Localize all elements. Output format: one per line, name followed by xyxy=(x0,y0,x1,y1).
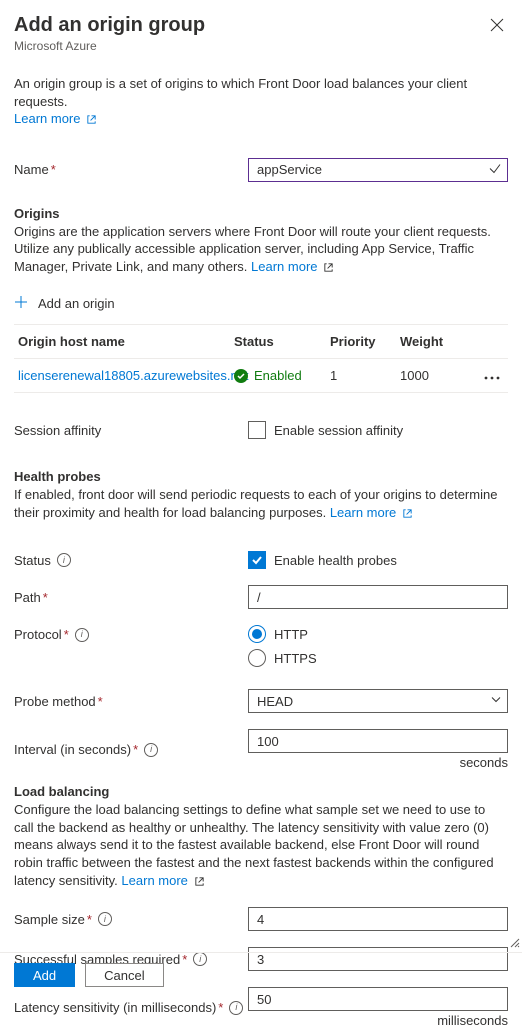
origin-host-link[interactable]: licenserenewal18805.azurewebsites.net xyxy=(18,368,249,383)
lb-learn-more-link[interactable]: Learn more xyxy=(121,873,204,888)
panel-subtitle: Microsoft Azure xyxy=(14,39,205,53)
col-weight: Weight xyxy=(400,334,468,349)
lb-section-title: Load balancing xyxy=(14,784,508,799)
external-link-icon xyxy=(323,260,334,278)
resize-handle-icon[interactable] xyxy=(510,936,520,951)
required-indicator: * xyxy=(43,590,48,605)
add-origin-button[interactable]: Add an origin xyxy=(14,295,508,312)
sample-size-input[interactable] xyxy=(248,907,508,931)
check-circle-icon xyxy=(234,369,248,383)
external-link-icon xyxy=(86,112,97,130)
intro-learn-more-link[interactable]: Learn more xyxy=(14,111,97,126)
col-priority: Priority xyxy=(330,334,400,349)
health-learn-more-link[interactable]: Learn more xyxy=(330,505,413,520)
protocol-https-radio[interactable]: HTTPS xyxy=(248,649,508,667)
probe-method-select[interactable] xyxy=(248,689,508,713)
required-indicator: * xyxy=(64,627,69,642)
external-link-icon xyxy=(194,874,205,892)
latency-label: Latency sensitivity (in milliseconds) xyxy=(14,1000,216,1015)
name-input[interactable] xyxy=(248,158,508,182)
intro-text: An origin group is a set of origins to w… xyxy=(14,76,467,109)
interval-input[interactable] xyxy=(248,729,508,753)
lb-desc: Configure the load balancing settings to… xyxy=(14,802,494,887)
protocol-https-label: HTTPS xyxy=(274,651,317,666)
interval-label: Interval (in seconds) xyxy=(14,742,131,757)
required-indicator: * xyxy=(98,694,103,709)
protocol-label: Protocol xyxy=(14,627,62,642)
origins-table: Origin host name Status Priority Weight … xyxy=(14,324,508,393)
health-desc: If enabled, front door will send periodi… xyxy=(14,487,497,520)
origin-weight: 1000 xyxy=(400,368,468,383)
lb-learn-more-label: Learn more xyxy=(121,873,187,888)
panel-title: Add an origin group xyxy=(14,14,205,37)
required-indicator: * xyxy=(51,162,56,177)
health-status-label: Status xyxy=(14,553,51,568)
status-text: Enabled xyxy=(254,368,302,383)
health-section-title: Health probes xyxy=(14,469,508,484)
info-icon[interactable]: i xyxy=(75,628,89,642)
session-affinity-checkbox[interactable] xyxy=(248,421,266,439)
sample-size-label: Sample size xyxy=(14,912,85,927)
external-link-icon xyxy=(402,506,413,524)
info-icon[interactable]: i xyxy=(144,743,158,757)
enable-health-checkbox[interactable] xyxy=(248,551,266,569)
status-badge: Enabled xyxy=(234,368,330,383)
info-icon[interactable]: i xyxy=(229,1001,243,1015)
ellipsis-icon xyxy=(484,368,500,383)
origin-priority: 1 xyxy=(330,368,400,383)
probe-method-label: Probe method xyxy=(14,694,96,709)
enable-health-label: Enable health probes xyxy=(274,553,397,568)
info-icon[interactable]: i xyxy=(57,553,71,567)
col-host: Origin host name xyxy=(14,334,234,349)
name-label: Name xyxy=(14,162,49,177)
info-icon[interactable]: i xyxy=(98,912,112,926)
session-affinity-label: Session affinity xyxy=(14,423,101,438)
add-button[interactable]: Add xyxy=(14,963,75,987)
cancel-button[interactable]: Cancel xyxy=(85,963,163,987)
radio-icon xyxy=(248,625,266,643)
latency-unit: milliseconds xyxy=(248,1013,508,1028)
protocol-http-label: HTTP xyxy=(274,627,308,642)
row-more-button[interactable] xyxy=(468,368,508,383)
required-indicator: * xyxy=(218,1000,223,1015)
origins-learn-more-link[interactable]: Learn more xyxy=(251,259,334,274)
origins-table-header: Origin host name Status Priority Weight xyxy=(14,325,508,359)
path-label: Path xyxy=(14,590,41,605)
col-status: Status xyxy=(234,334,330,349)
table-row: licenserenewal18805.azurewebsites.net En… xyxy=(14,359,508,393)
session-affinity-chk-label: Enable session affinity xyxy=(274,423,403,438)
close-icon[interactable] xyxy=(490,18,504,32)
health-learn-more-label: Learn more xyxy=(330,505,396,520)
interval-unit: seconds xyxy=(248,755,508,770)
add-origin-label: Add an origin xyxy=(38,296,115,311)
intro-learn-more-label: Learn more xyxy=(14,111,80,126)
required-indicator: * xyxy=(133,742,138,757)
path-input[interactable] xyxy=(248,585,508,609)
required-indicator: * xyxy=(87,912,92,927)
origins-section-title: Origins xyxy=(14,206,508,221)
origins-learn-more-label: Learn more xyxy=(251,259,317,274)
protocol-http-radio[interactable]: HTTP xyxy=(248,625,508,643)
plus-icon xyxy=(14,295,28,312)
radio-icon xyxy=(248,649,266,667)
